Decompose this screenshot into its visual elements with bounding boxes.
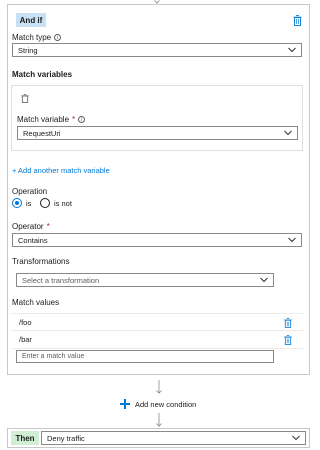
operator-label: Operator * xyxy=(12,222,50,231)
match-type-label: Match type i xyxy=(12,33,62,42)
match-variables-heading: Match variables xyxy=(12,70,73,79)
operation-is-radio[interactable]: is xyxy=(12,198,31,208)
match-type-dropdown[interactable]: String xyxy=(12,43,302,57)
transformations-dropdown[interactable]: Select a transformation xyxy=(16,273,274,287)
and-if-badge: And if xyxy=(16,13,46,27)
then-badge: Then xyxy=(11,431,39,445)
delete-value-icon[interactable] xyxy=(284,318,292,328)
match-value-row: /bar xyxy=(11,331,303,349)
transformations-label: Transformations xyxy=(12,257,70,266)
connector-arrow-icon xyxy=(156,380,162,394)
operation-label: Operation xyxy=(12,187,48,196)
connector-arrow-icon xyxy=(156,413,162,427)
chevron-down-icon xyxy=(288,47,296,53)
match-value-row: /foo xyxy=(11,313,303,331)
delete-value-icon[interactable] xyxy=(284,335,292,345)
operator-dropdown[interactable]: Contains xyxy=(12,233,302,247)
info-icon[interactable]: i xyxy=(78,116,86,123)
delete-condition-icon[interactable] xyxy=(293,15,302,26)
add-match-variable-link[interactable]: + Add another match variable xyxy=(12,166,110,175)
add-condition-button[interactable]: Add new condition xyxy=(120,399,196,409)
match-variable-dropdown[interactable]: RequestUri xyxy=(17,126,298,140)
match-values-label: Match values xyxy=(12,298,60,307)
chevron-down-icon xyxy=(260,277,268,283)
match-variable-label: Match variable * i xyxy=(17,115,86,124)
plus-icon xyxy=(120,399,130,409)
operation-is-not-radio[interactable]: is not xyxy=(40,198,72,208)
radio-unchecked-icon[interactable] xyxy=(40,198,50,208)
chevron-down-icon xyxy=(292,435,300,441)
chevron-down-icon xyxy=(284,130,292,136)
action-dropdown[interactable]: Deny traffic xyxy=(41,431,306,445)
delete-variable-icon[interactable] xyxy=(21,94,29,103)
match-value-input[interactable]: Enter a match value xyxy=(16,350,274,363)
radio-checked-icon[interactable] xyxy=(12,198,22,208)
info-icon[interactable]: i xyxy=(54,34,62,41)
chevron-down-icon xyxy=(288,237,296,243)
